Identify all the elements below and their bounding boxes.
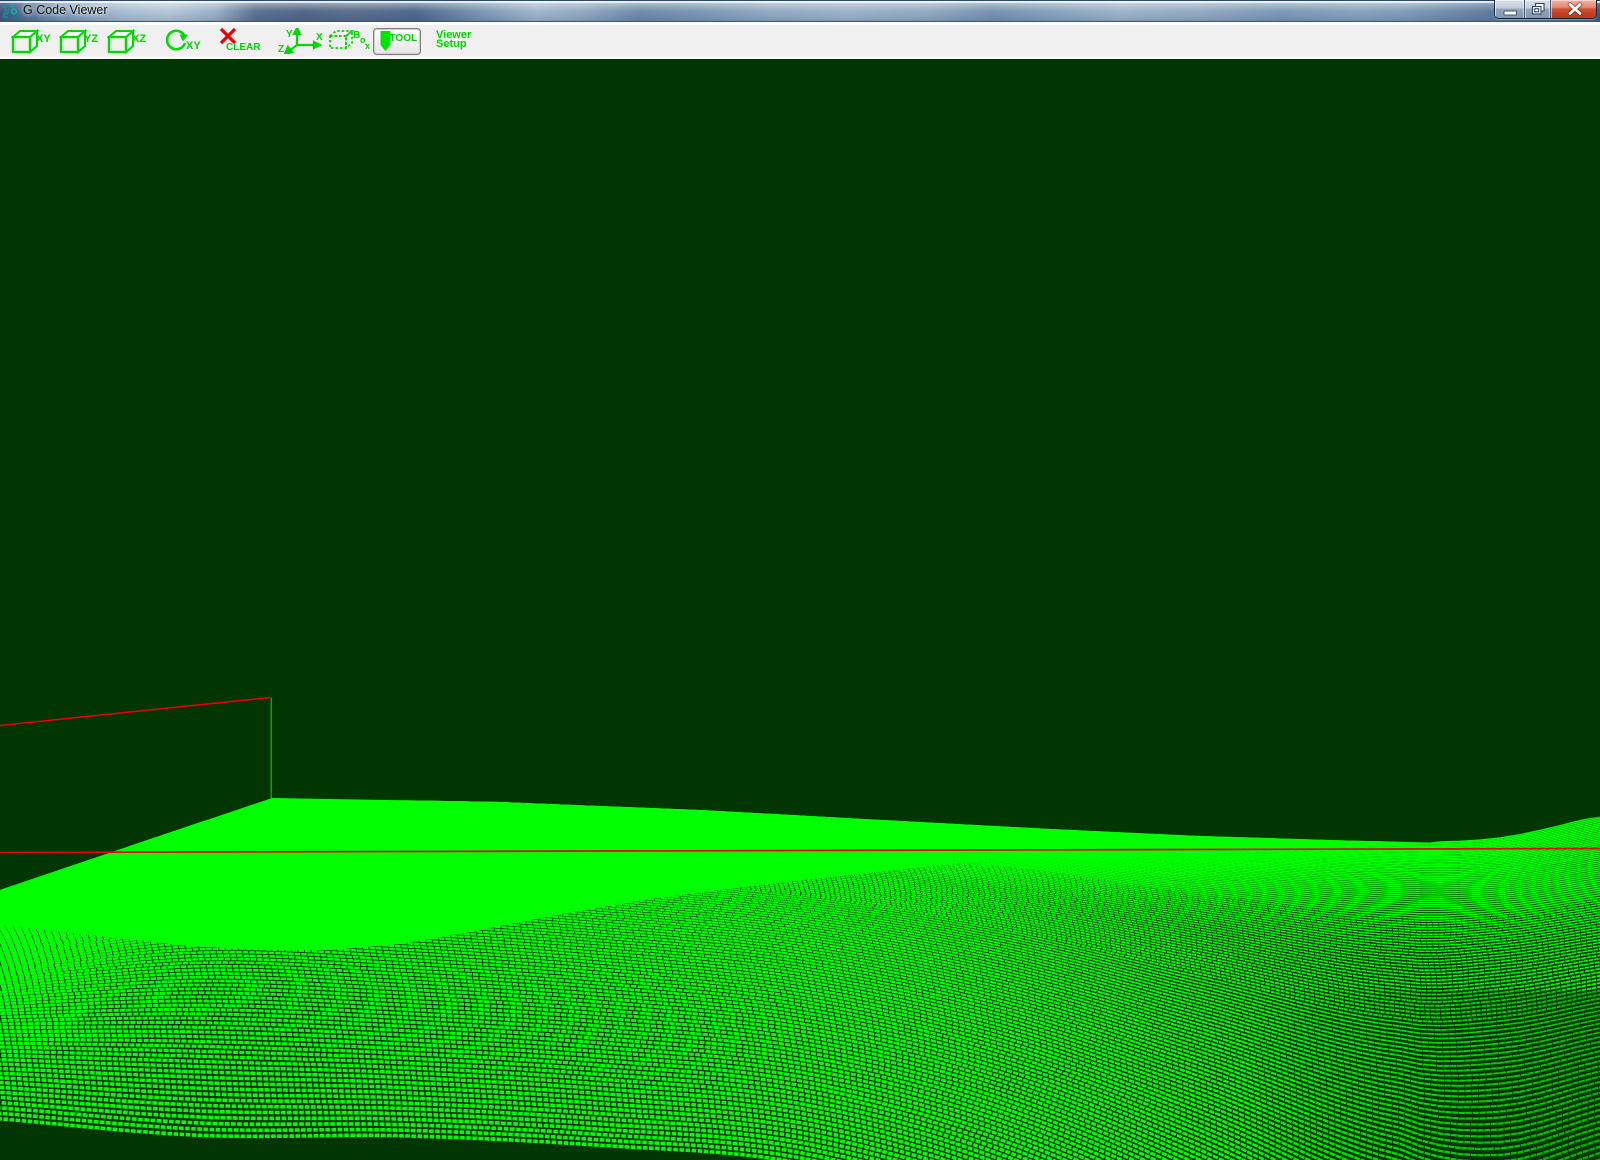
svg-text:Y: Y <box>286 29 293 40</box>
svg-text:Z: Z <box>278 44 284 54</box>
svg-text:X: X <box>316 32 323 43</box>
svg-text:x: x <box>365 41 370 51</box>
